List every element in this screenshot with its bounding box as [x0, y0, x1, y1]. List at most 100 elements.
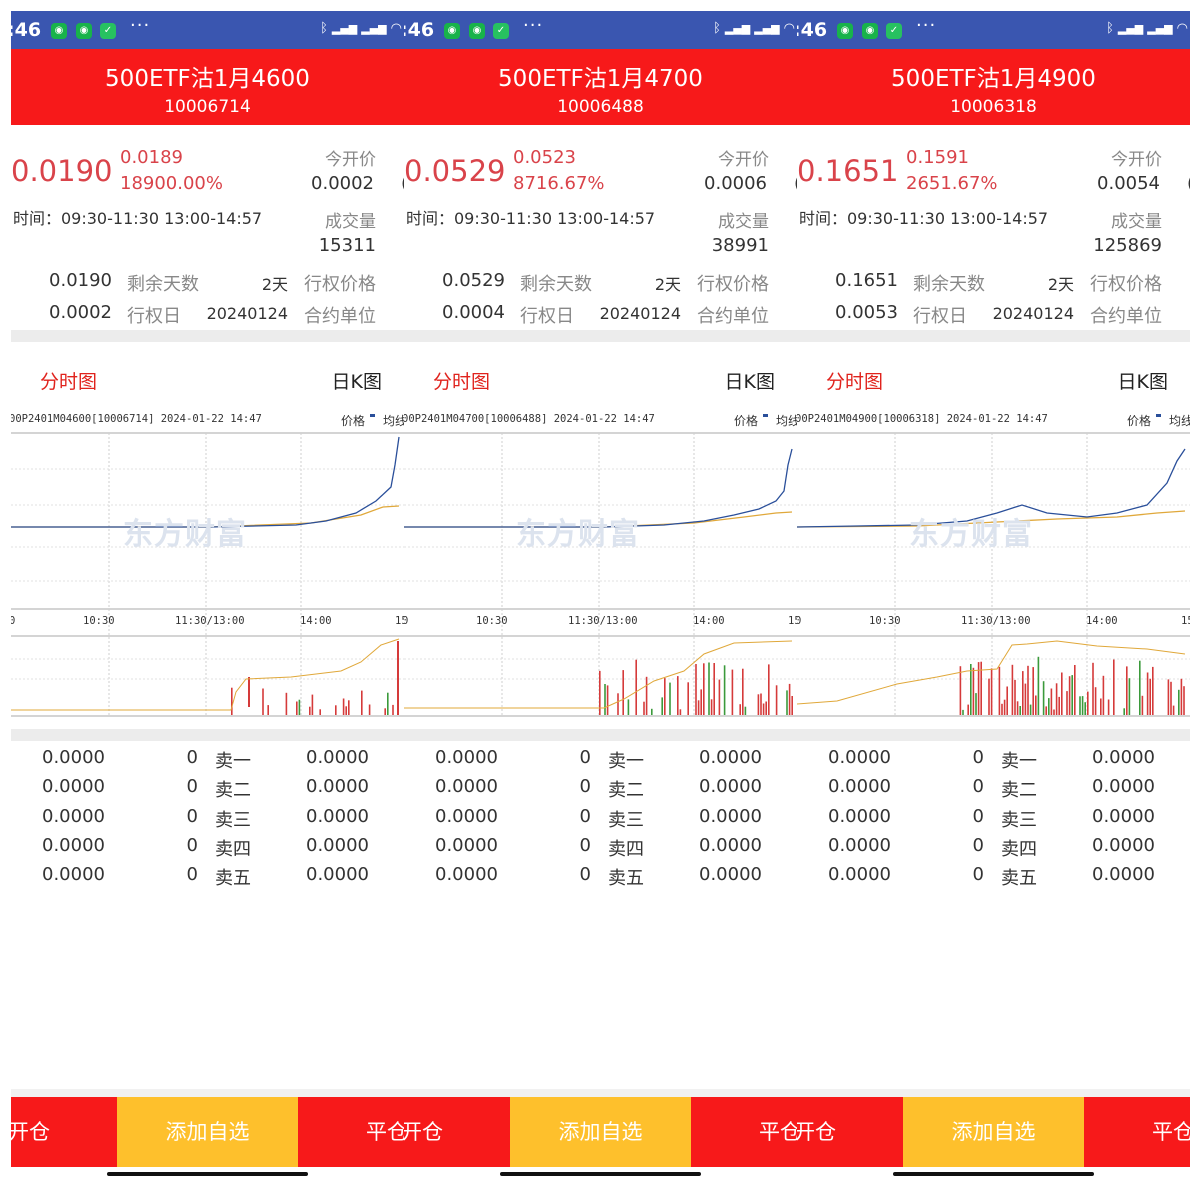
order-quantity: 0	[972, 864, 984, 886]
volume-bar	[1024, 683, 1027, 715]
order-quantity: 0	[186, 776, 198, 798]
tab-daily-k[interactable]: 日K图	[1118, 367, 1168, 394]
ask-price: 0.0000	[1092, 776, 1155, 798]
volume-label: 成交量	[325, 212, 376, 232]
signal-icon: ▂▄▆	[754, 22, 780, 35]
home-indicator	[893, 1172, 1094, 1176]
volume-bar	[703, 663, 705, 715]
volume-bar	[1011, 664, 1014, 715]
volume-bar	[231, 687, 233, 715]
ask-price: 0.0000	[699, 834, 762, 856]
open-position-button[interactable]: 开仓	[797, 1097, 903, 1167]
intraday-chart[interactable]: 00P2401M04900[10006318] 2024-01-22 14:47…	[797, 409, 1190, 721]
volume-bar	[397, 641, 399, 715]
volume-value: 15311	[318, 235, 376, 256]
volume-bar	[664, 678, 666, 715]
status-icons: ᛒ ▂▄▆ ▂▄▆ ◠	[1106, 21, 1188, 36]
price-change: 0.1591	[906, 147, 969, 168]
chart-info: 00P2401M04900[10006318] 2024-01-22 14:47	[797, 413, 1048, 425]
status-time: :46	[404, 19, 435, 41]
shield-icon: ✓	[100, 23, 116, 39]
add-to-watchlist-button[interactable]: 添加自选	[117, 1097, 298, 1167]
open-position-button[interactable]: 开仓	[404, 1097, 510, 1167]
bid-price: 0.0000	[42, 747, 105, 768]
volume-bar	[342, 698, 345, 715]
open-position-button[interactable]: 开仓	[11, 1097, 117, 1167]
volume-bar	[700, 689, 702, 715]
bid-price: 0.0000	[828, 864, 891, 886]
volume-bar	[604, 684, 606, 715]
intraday-chart[interactable]: 00P2401M04700[10006488] 2024-01-22 14:47…	[404, 409, 797, 721]
contract-name: 500ETF沽1月4900	[891, 66, 1096, 92]
time-tick: 14:00	[1086, 615, 1118, 627]
close-position-button[interactable]: 平仓	[1084, 1097, 1190, 1167]
volume-bar	[1100, 698, 1102, 715]
close-position-button[interactable]: 平仓	[298, 1097, 404, 1167]
volume-bar	[361, 690, 363, 715]
ask-level-label: 卖五	[215, 868, 251, 890]
volume-bar	[1172, 705, 1175, 715]
add-to-watchlist-button[interactable]: 添加自选	[903, 1097, 1084, 1167]
more-notifications-icon: ···	[523, 15, 544, 36]
volume-cumulative-line	[404, 640, 793, 709]
shield-icon: ✓	[493, 23, 509, 39]
close-position-button[interactable]: 平仓	[691, 1097, 797, 1167]
volume-bar	[744, 706, 747, 715]
contract-name: 500ETF沽1月4700	[498, 66, 703, 92]
strike-price-label: 行权价格	[1090, 274, 1162, 295]
ask-level-label: 卖三	[1001, 809, 1037, 831]
watermark-logo: 东方财富	[516, 517, 640, 552]
status-time: :46	[11, 19, 42, 41]
ask-level-label: 卖四	[215, 838, 251, 860]
volume-bar	[1029, 704, 1032, 715]
volume-bar	[1027, 665, 1029, 715]
wifi-icon: ◠	[1176, 21, 1188, 36]
legend-price-swatch	[1156, 414, 1161, 417]
volume-bar	[1061, 672, 1063, 715]
volume-bar	[731, 669, 734, 715]
tab-intraday[interactable]: 分时图	[826, 367, 883, 394]
volume-bar	[622, 670, 624, 715]
ask-level-label: 卖四	[1001, 838, 1037, 860]
tab-intraday[interactable]: 分时图	[40, 367, 97, 394]
bid-price: 0.0000	[828, 776, 891, 798]
time-tick: 11:30/13:00	[961, 615, 1031, 627]
volume-bar	[1178, 689, 1180, 715]
volume-bars	[959, 656, 1185, 715]
volume-bar	[970, 664, 972, 715]
volume-bar	[1146, 672, 1149, 715]
trading-hours: 时间：09:30-11:30 13:00-14:57	[799, 209, 1049, 228]
order-book-row: 0.0000 0 卖一 0.0000	[11, 741, 404, 772]
volume-bar	[1055, 683, 1058, 715]
section-divider	[11, 330, 404, 342]
open-label: 今开价	[718, 150, 769, 170]
volume-bar	[775, 685, 778, 715]
quote-panel: :46 ◉ ◉ ✓ ··· ᛒ ▂▄▆ ▂▄▆ ◠ 500ETF沽1月4600 …	[11, 11, 404, 1188]
add-to-watchlist-button[interactable]: 添加自选	[510, 1097, 691, 1167]
time-tick: 10:30	[869, 615, 901, 627]
wifi-icon: ◠	[390, 21, 402, 36]
stat-value: 0.1651	[835, 270, 898, 291]
volume-bar	[285, 692, 288, 715]
volume-bar	[392, 704, 394, 715]
order-book-row: 0.0000 0 卖四 0.0000	[797, 829, 1190, 860]
ask-price: 0.0000	[699, 747, 762, 768]
volume-bar	[975, 693, 977, 715]
ask-level-label: 卖一	[608, 751, 644, 772]
time-tick: 10:30	[476, 615, 508, 627]
tab-daily-k[interactable]: 日K图	[725, 367, 775, 394]
ask-price: 0.0000	[1092, 834, 1155, 856]
tab-daily-k[interactable]: 日K图	[332, 367, 382, 394]
volume-bar	[627, 699, 630, 715]
volume-bar	[387, 692, 389, 715]
bid-price: 0.0000	[828, 747, 891, 768]
bid-price: 0.0000	[435, 747, 498, 768]
tab-intraday[interactable]: 分时图	[433, 367, 490, 394]
volume-bar	[998, 666, 1001, 715]
action-bar: 开仓 添加自选 平仓	[797, 1097, 1190, 1167]
legend-price-swatch	[370, 414, 375, 417]
ask-price: 0.0000	[306, 864, 369, 886]
order-quantity: 0	[579, 834, 591, 856]
intraday-chart[interactable]: 00P2401M04600[10006714] 2024-01-22 14:47…	[11, 409, 404, 721]
volume-bar	[1084, 702, 1086, 715]
